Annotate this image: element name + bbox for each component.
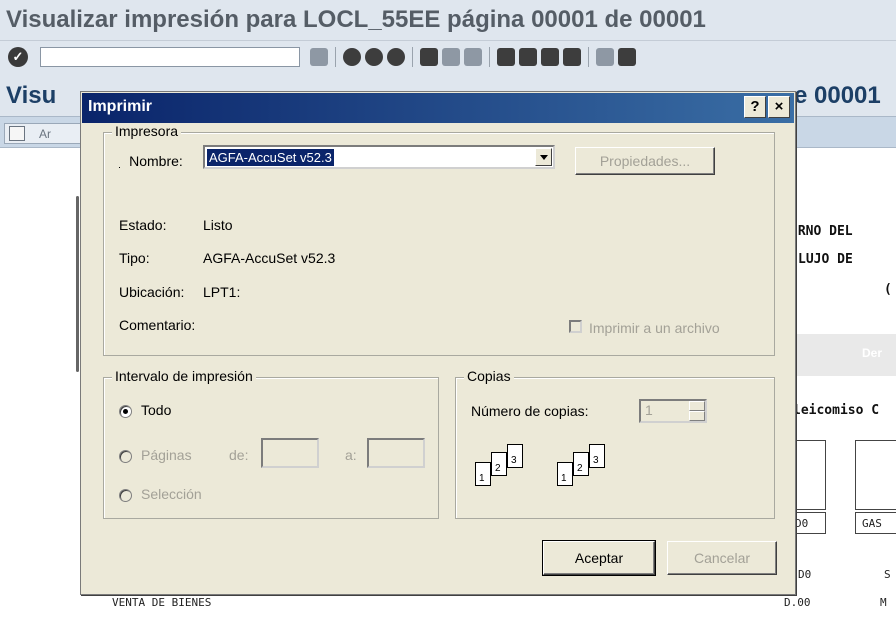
page-icon: 3 <box>507 444 523 468</box>
copies-legend: Copias <box>464 368 514 384</box>
location-value: LPT1: <box>203 284 241 300</box>
range-all-radio[interactable] <box>119 405 132 418</box>
standard-toolbar <box>310 46 636 68</box>
previous-page-icon[interactable] <box>519 48 537 66</box>
comment-label: Comentario: <box>119 317 196 333</box>
print-to-file-label: Imprimir a un archivo <box>589 320 720 336</box>
range-pages-label: Páginas <box>141 447 192 463</box>
printer-name-label-text: Nombre: <box>120 153 183 169</box>
printer-name-value: AGFA-AccuSet v52.3 <box>207 149 334 166</box>
collate-icon: 1 2 3 <box>473 444 543 494</box>
cancel-button[interactable]: Cancelar <box>667 541 777 575</box>
toolbar-separator <box>588 47 589 67</box>
from-label: de: <box>229 447 249 463</box>
app-button-label: Ar <box>39 127 51 141</box>
chevron-down-icon[interactable] <box>535 148 552 166</box>
dialog-titlebar[interactable]: Imprimir ? × <box>82 93 794 123</box>
status-value: Listo <box>203 217 233 233</box>
screen-title-right: e 00001 <box>794 82 881 109</box>
toolbar-separator <box>335 47 336 67</box>
print-icon[interactable] <box>420 48 438 66</box>
type-value: AGFA-AccuSet v52.3 <box>203 250 336 266</box>
location-label: Ubicación: <box>119 284 185 300</box>
doc-heading-line: ( <box>884 282 892 297</box>
window-title: Visualizar impresión para LOCL_55EE pági… <box>0 0 896 40</box>
last-page-icon[interactable] <box>563 48 581 66</box>
cancel-icon[interactable] <box>387 48 405 66</box>
shortcut-icon[interactable] <box>618 48 636 66</box>
page-icon: 3 <box>589 444 605 468</box>
dialog-title: Imprimir <box>88 98 153 115</box>
next-page-icon[interactable] <box>541 48 559 66</box>
range-selection-label: Selección <box>141 486 202 502</box>
command-toolbar: ✓ <box>0 40 896 72</box>
range-selection-radio[interactable] <box>119 489 132 502</box>
toolbar-separator <box>412 47 413 67</box>
page-icon: 2 <box>573 452 589 476</box>
page-icon: 1 <box>475 462 491 486</box>
printer-group-legend: Impresora <box>112 123 182 139</box>
print-to-file-checkbox[interactable] <box>569 320 582 333</box>
doc-heading-line: LUJO DE <box>798 252 853 267</box>
copies-label: Número de copias: <box>471 403 589 419</box>
to-page-field[interactable] <box>367 438 425 468</box>
printer-name-select[interactable]: AGFA-AccuSet v52.3 <box>203 145 555 169</box>
ok-button[interactable]: Aceptar <box>542 540 656 576</box>
doc-cell-text: D0 <box>795 517 809 530</box>
collate-icon: 1 2 3 <box>555 444 625 494</box>
doc-subtitle: leicomiso C <box>793 403 880 418</box>
enter-icon[interactable]: ✓ <box>8 47 28 67</box>
doc-cell: GAS <box>855 512 896 534</box>
find-next-icon[interactable] <box>464 48 482 66</box>
find-icon[interactable] <box>442 48 460 66</box>
new-session-icon[interactable] <box>596 48 614 66</box>
range-all-label: Todo <box>141 402 172 418</box>
spin-up-icon[interactable] <box>689 401 705 411</box>
range-pages-radio[interactable] <box>119 450 132 463</box>
command-field[interactable] <box>40 47 300 67</box>
doc-cell-text: GAS <box>862 517 882 530</box>
doc-band-label: Der <box>862 346 883 360</box>
printer-name-label: NNombre: <box>119 153 183 169</box>
first-page-icon[interactable] <box>497 48 515 66</box>
print-dialog: Imprimir ? × Impresora NNombre: AGFA-Acc… <box>80 91 796 595</box>
screen-title-left: Visu <box>6 82 57 109</box>
doc-row-label: VENTA DE BIENES <box>112 596 212 609</box>
document-icon <box>9 126 25 141</box>
type-label: Tipo: <box>119 250 150 266</box>
from-page-field[interactable] <box>261 438 319 468</box>
doc-heading-line: ERNO DEL <box>790 224 853 239</box>
close-button[interactable]: × <box>768 96 790 118</box>
page-icon: 1 <box>557 462 573 486</box>
status-label: Estado: <box>119 217 167 233</box>
toolbar-separator <box>489 47 490 67</box>
copies-value: 1 <box>645 402 653 418</box>
print-range-legend: Intervalo de impresión <box>112 368 256 384</box>
doc-text-cell: S <box>884 568 891 581</box>
help-button[interactable]: ? <box>744 96 766 118</box>
doc-text-cell: M <box>880 596 887 609</box>
to-label: a: <box>345 447 357 463</box>
back-icon[interactable] <box>343 48 361 66</box>
doc-box <box>855 440 896 510</box>
doc-amount: D.00 <box>784 596 811 609</box>
document-border <box>76 196 79 372</box>
spin-down-icon[interactable] <box>689 411 705 421</box>
doc-amount: D0 <box>798 568 812 581</box>
save-icon[interactable] <box>310 48 328 66</box>
copies-stepper[interactable]: 1 <box>639 399 707 423</box>
doc-grey-band: Der <box>780 334 896 376</box>
properties-button[interactable]: Propiedades... <box>575 147 715 175</box>
page-icon: 2 <box>491 452 507 476</box>
exit-icon[interactable] <box>365 48 383 66</box>
